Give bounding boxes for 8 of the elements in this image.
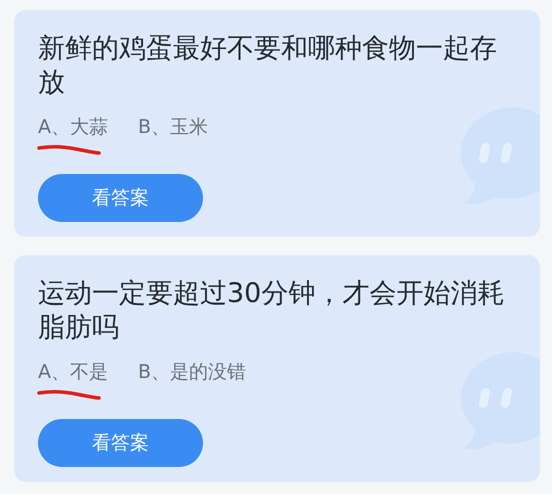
option-text: A、大蒜 (38, 115, 108, 140)
question-text: 运动一定要超过30分钟，才会开始消耗脂肪吗 (38, 277, 506, 345)
option-text: B、是的没错 (138, 360, 246, 385)
option-text: A、不是 (38, 360, 108, 385)
option-text: B、玉米 (138, 115, 208, 140)
question-text: 新鲜的鸡蛋最好不要和哪种食物一起存放 (38, 32, 498, 100)
view-answer-button[interactable]: 看答案 (38, 174, 203, 222)
view-answer-button[interactable]: 看答案 (38, 419, 203, 467)
